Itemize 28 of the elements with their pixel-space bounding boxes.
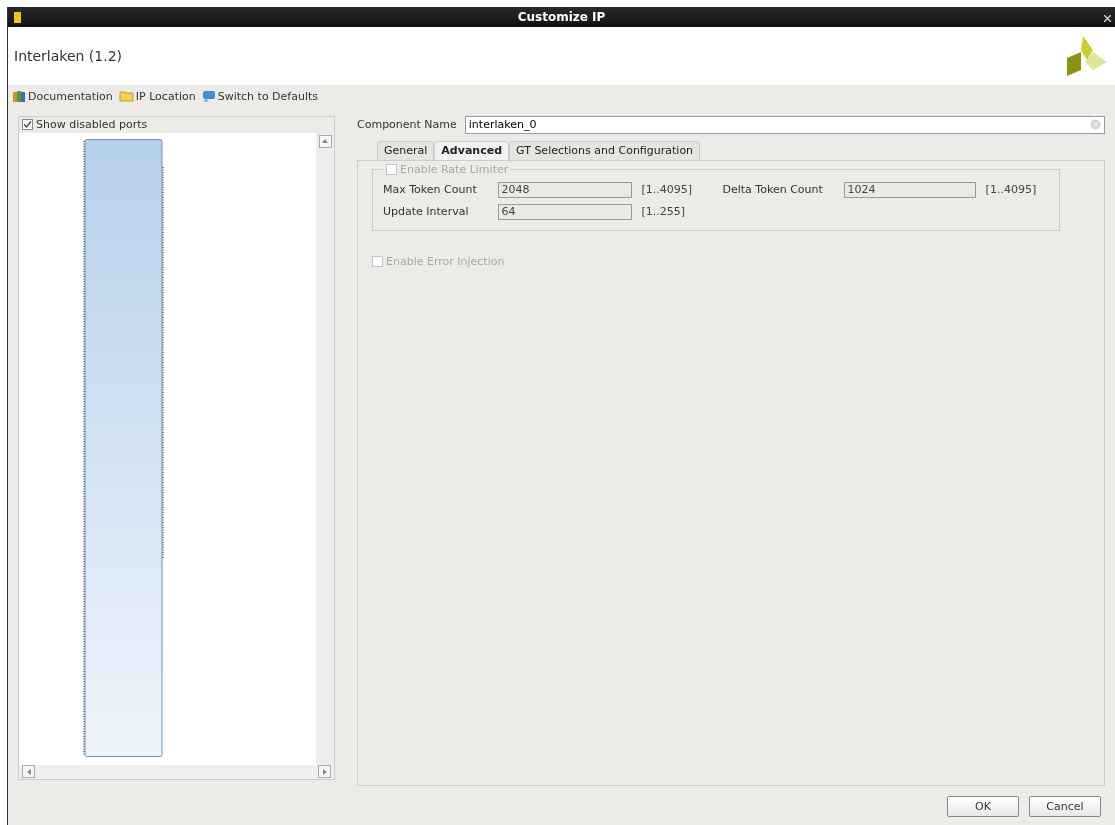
tab[interactable]: General xyxy=(377,141,435,160)
right-arrow-icon[interactable] xyxy=(322,768,327,775)
ip-title: Interlaken (1.2) xyxy=(14,47,123,64)
checkbox[interactable]: Show disabled ports xyxy=(22,118,148,132)
up-arrow-icon[interactable] xyxy=(322,139,328,144)
toolbar-link[interactable]: IP Location xyxy=(118,89,196,103)
tab[interactable]: Advanced xyxy=(434,141,510,160)
field-label: Delta Token Count xyxy=(722,183,824,197)
field-label: Update Interval xyxy=(383,205,470,219)
tab[interactable]: GT Selections and Configuration xyxy=(509,141,701,160)
books-icon xyxy=(12,89,26,103)
ok-button[interactable]: OK xyxy=(947,796,1019,817)
app-icon xyxy=(14,12,21,23)
check-icon xyxy=(23,120,32,130)
range-text: [1..255] xyxy=(641,205,687,219)
vertical-scrollbar[interactable] xyxy=(316,132,334,765)
close-icon[interactable] xyxy=(1104,15,1111,22)
window-title: Customize IP xyxy=(517,10,606,25)
folder-icon xyxy=(118,90,134,103)
range-text: [1..4095] xyxy=(641,183,694,197)
cancel-button[interactable]: Cancel xyxy=(1029,796,1101,817)
field-label: Max Token Count xyxy=(383,183,478,197)
component-name-field[interactable]: interlaken_0 xyxy=(464,116,1105,134)
toolbar-link[interactable]: Switch to Defaults xyxy=(201,89,319,103)
left-arrow-icon[interactable] xyxy=(26,768,31,775)
range-text: [1..4095] xyxy=(985,183,1038,197)
field-label: Component Name xyxy=(357,118,457,132)
toolbar-link[interactable]: Documentation xyxy=(12,89,113,103)
